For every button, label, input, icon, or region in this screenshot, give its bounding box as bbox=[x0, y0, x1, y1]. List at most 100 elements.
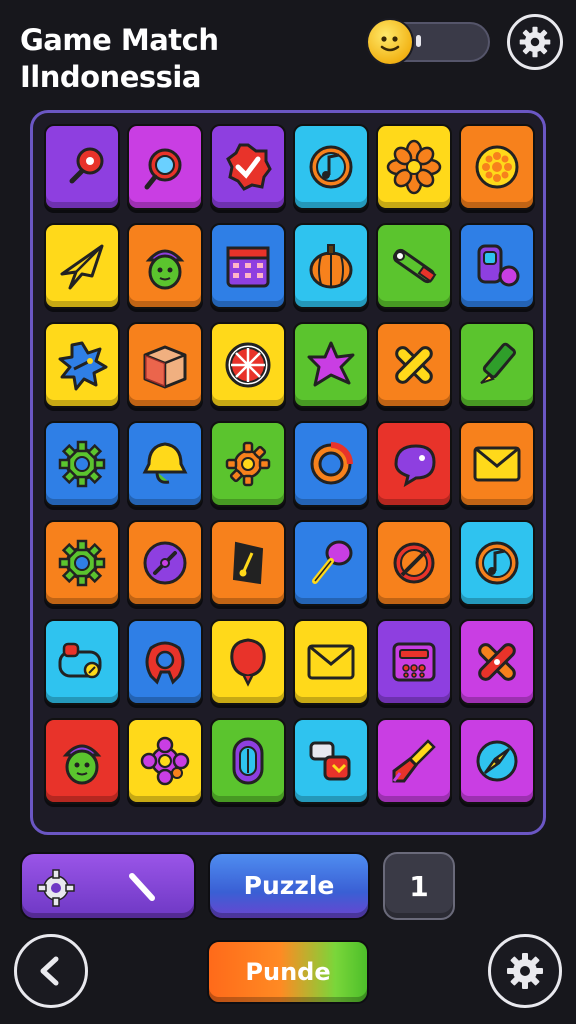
dial-icon bbox=[143, 541, 187, 585]
tile-r2-c5[interactable] bbox=[376, 223, 452, 309]
tile-r5-c6[interactable] bbox=[459, 520, 535, 606]
star-blob-icon bbox=[307, 341, 355, 387]
envelope-icon bbox=[473, 446, 521, 482]
splat-icon bbox=[58, 341, 108, 391]
tile-r6-c6[interactable] bbox=[459, 619, 535, 705]
tile-r4-c6[interactable] bbox=[459, 421, 535, 507]
wrench-tool-icon bbox=[393, 248, 437, 284]
puzzle-button[interactable]: Puzzle bbox=[208, 852, 370, 920]
game-title: Game Match Ilndonessia bbox=[20, 22, 219, 96]
tile-r5-c1[interactable] bbox=[44, 520, 120, 606]
radio-icon bbox=[392, 642, 436, 682]
puzzle-button-label: Puzzle bbox=[243, 871, 335, 900]
tile-r3-c6[interactable] bbox=[459, 322, 535, 408]
tile-r2-c2[interactable] bbox=[127, 223, 203, 309]
options-button[interactable] bbox=[488, 934, 562, 1008]
bell-blob-icon bbox=[142, 442, 188, 484]
chat-bubble-icon bbox=[394, 444, 436, 488]
tile-r5-c4[interactable] bbox=[293, 520, 369, 606]
ring-blob-icon bbox=[145, 641, 185, 685]
count-badge: 1 bbox=[383, 852, 455, 920]
tile-r4-c4[interactable] bbox=[293, 421, 369, 507]
calendar-icon bbox=[226, 246, 270, 288]
chevron-left-icon bbox=[40, 956, 59, 986]
paper-plane-icon bbox=[60, 244, 104, 290]
title-line-1: Game Match bbox=[20, 23, 219, 57]
tile-r7-c1[interactable] bbox=[44, 718, 120, 804]
box-icon bbox=[143, 345, 187, 389]
tile-r1-c5[interactable] bbox=[376, 124, 452, 210]
tile-r7-c2[interactable] bbox=[127, 718, 203, 804]
tile-r4-c1[interactable] bbox=[44, 421, 120, 507]
balloon-icon bbox=[230, 638, 266, 687]
tile-r6-c3[interactable] bbox=[210, 619, 286, 705]
tile-r2-c1[interactable] bbox=[44, 223, 120, 309]
tile-r5-c3[interactable] bbox=[210, 520, 286, 606]
tile-r4-c5[interactable] bbox=[376, 421, 452, 507]
magnifier-icon bbox=[144, 148, 182, 190]
music-tag-icon bbox=[232, 541, 264, 585]
slash-icon bbox=[129, 873, 155, 901]
coin-face-icon bbox=[368, 20, 412, 64]
gear-icon bbox=[58, 539, 106, 587]
title-line-2: Ilndonessia bbox=[20, 60, 201, 94]
robot-icon bbox=[309, 741, 351, 781]
tile-r7-c5[interactable] bbox=[376, 718, 452, 804]
gear-icon bbox=[58, 440, 106, 488]
tile-r3-c4[interactable] bbox=[293, 322, 369, 408]
count-badge-value: 1 bbox=[409, 870, 429, 903]
tile-r5-c5[interactable] bbox=[376, 520, 452, 606]
settings-button[interactable] bbox=[507, 14, 563, 70]
gear-icon bbox=[37, 869, 75, 907]
tools-bar[interactable] bbox=[20, 852, 196, 920]
tile-r2-c4[interactable] bbox=[293, 223, 369, 309]
tile-r4-c3[interactable] bbox=[210, 421, 286, 507]
tile-r6-c5[interactable] bbox=[376, 619, 452, 705]
bandage-cross-icon bbox=[478, 643, 516, 681]
tile-r1-c6[interactable] bbox=[459, 124, 535, 210]
tile-r7-c3[interactable] bbox=[210, 718, 286, 804]
tile-r3-c1[interactable] bbox=[44, 322, 120, 408]
gear-icon bbox=[519, 26, 551, 58]
music-note-icon bbox=[309, 145, 353, 189]
acorn-face-icon bbox=[145, 249, 185, 290]
citrus-wheel-icon bbox=[225, 342, 271, 388]
tile-r1-c4[interactable] bbox=[293, 124, 369, 210]
tile-r6-c1[interactable] bbox=[44, 619, 120, 705]
lollipop-icon bbox=[69, 147, 104, 184]
tile-r1-c3[interactable] bbox=[210, 124, 286, 210]
balance-indicator bbox=[416, 35, 421, 47]
tile-r7-c6[interactable] bbox=[459, 718, 535, 804]
ring-icon bbox=[310, 442, 353, 485]
maraca-icon bbox=[312, 540, 353, 584]
machine-icon bbox=[477, 244, 520, 287]
no-sign-icon bbox=[393, 542, 435, 584]
tile-r5-c2[interactable] bbox=[127, 520, 203, 606]
brush-icon bbox=[392, 739, 436, 783]
back-button[interactable] bbox=[14, 934, 88, 1008]
tile-r3-c2[interactable] bbox=[127, 322, 203, 408]
gear-icon bbox=[507, 953, 543, 989]
tile-r4-c2[interactable] bbox=[127, 421, 203, 507]
tile-r1-c2[interactable] bbox=[127, 124, 203, 210]
tile-r3-c5[interactable] bbox=[376, 322, 452, 408]
flower-icon bbox=[386, 139, 442, 195]
tile-r2-c6[interactable] bbox=[459, 223, 535, 309]
coin-balance-bar[interactable] bbox=[368, 20, 490, 64]
play-button-label: Punde bbox=[245, 958, 331, 986]
acorn-face-icon bbox=[62, 744, 102, 785]
sun-gear-icon bbox=[225, 441, 271, 487]
tile-r3-c3[interactable] bbox=[210, 322, 286, 408]
envelope-icon bbox=[307, 644, 355, 680]
tile-r6-c2[interactable] bbox=[127, 619, 203, 705]
capsule-icon bbox=[232, 737, 264, 785]
tile-r2-c3[interactable] bbox=[210, 223, 286, 309]
tile-r6-c4[interactable] bbox=[293, 619, 369, 705]
compass-icon bbox=[476, 740, 518, 782]
tile-r1-c1[interactable] bbox=[44, 124, 120, 210]
play-button[interactable]: Punde bbox=[207, 940, 369, 1004]
flower-gear-icon bbox=[140, 736, 190, 786]
music-note-icon bbox=[475, 541, 519, 585]
checkmark-badge-icon bbox=[226, 143, 272, 191]
tile-r7-c4[interactable] bbox=[293, 718, 369, 804]
